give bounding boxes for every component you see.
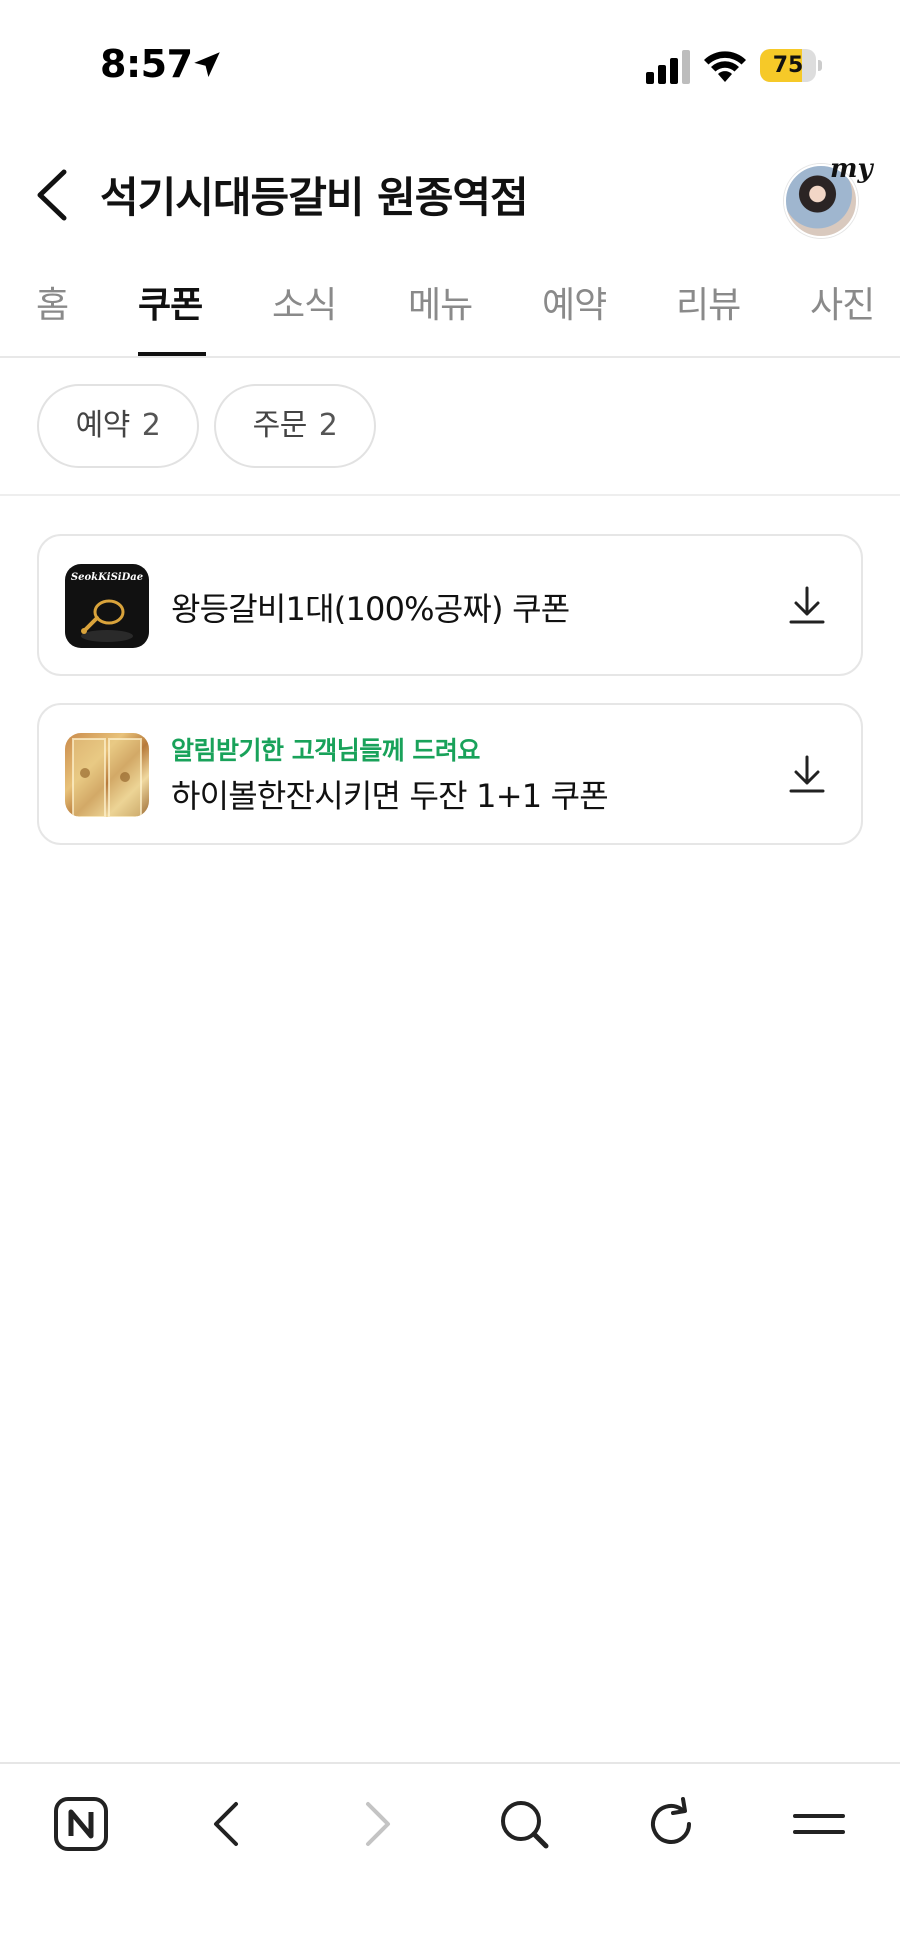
forward-chevron-icon[interactable] bbox=[346, 1794, 406, 1854]
filter-chip-order[interactable]: 주문 2 bbox=[214, 384, 376, 468]
tab-photo[interactable]: 사진 bbox=[810, 276, 875, 328]
my-profile-button[interactable]: my bbox=[782, 154, 873, 238]
header: 석기시대등갈비 원종역점 my bbox=[0, 140, 900, 250]
naver-n-icon[interactable] bbox=[51, 1794, 111, 1854]
active-tab-indicator bbox=[138, 352, 206, 356]
coupon-title: 왕등갈비1대(100%공짜) 쿠폰 bbox=[171, 590, 570, 628]
tab-bar: 홈 쿠폰 소식 메뉴 예약 리뷰 사진 bbox=[0, 262, 900, 358]
tab-home[interactable]: 홈 bbox=[36, 276, 69, 328]
browser-toolbar bbox=[0, 1762, 900, 1951]
status-time: 8:57 bbox=[100, 42, 193, 86]
status-bar: 8:57 75 bbox=[0, 0, 900, 130]
refresh-icon[interactable] bbox=[641, 1794, 701, 1854]
back-chevron-icon[interactable] bbox=[198, 1794, 258, 1854]
battery-icon: 75 bbox=[760, 49, 822, 82]
search-icon[interactable] bbox=[494, 1794, 554, 1854]
coupon-card[interactable]: 알림받기한 고객님들께 드려요 하이볼한잔시키면 두잔 1+1 쿠폰 bbox=[37, 703, 863, 845]
download-icon[interactable] bbox=[787, 753, 827, 797]
chip-count: 2 bbox=[141, 408, 161, 443]
location-arrow-icon bbox=[194, 52, 220, 78]
coupon-thumbnail: SeokKiSiDae bbox=[65, 564, 149, 648]
coupon-title: 하이볼한잔시키면 두잔 1+1 쿠폰 bbox=[171, 777, 609, 815]
my-label: my bbox=[830, 154, 873, 184]
menu-icon[interactable] bbox=[789, 1794, 849, 1854]
tab-coupon[interactable]: 쿠폰 bbox=[138, 276, 203, 328]
tab-reservation[interactable]: 예약 bbox=[542, 276, 607, 328]
coupon-thumbnail bbox=[65, 733, 149, 817]
chip-label: 예약 bbox=[75, 408, 131, 443]
battery-level: 75 bbox=[772, 53, 804, 78]
coupon-subtitle: 알림받기한 고객님들께 드려요 bbox=[171, 736, 480, 765]
page-title: 석기시대등갈비 원종역점 bbox=[100, 173, 529, 222]
wifi-icon bbox=[704, 51, 746, 82]
chip-label: 주문 bbox=[252, 408, 308, 443]
tab-menu[interactable]: 메뉴 bbox=[408, 276, 473, 328]
chip-count: 2 bbox=[318, 408, 338, 443]
download-icon[interactable] bbox=[787, 584, 827, 628]
thumb-logo-text: SeokKiSiDae bbox=[70, 572, 144, 583]
filter-chip-reservation[interactable]: 예약 2 bbox=[37, 384, 199, 468]
tab-news[interactable]: 소식 bbox=[272, 276, 337, 328]
filter-chips: 예약 2 주문 2 bbox=[0, 384, 900, 496]
signal-icon bbox=[646, 50, 690, 84]
rib-logo-icon bbox=[81, 599, 133, 642]
highball-glass-image bbox=[72, 738, 142, 817]
coupon-card[interactable]: SeokKiSiDae 왕등갈비1대(100%공짜) 쿠폰 bbox=[37, 534, 863, 676]
tab-review[interactable]: 리뷰 bbox=[676, 276, 741, 328]
chevron-left-icon[interactable] bbox=[30, 166, 74, 224]
